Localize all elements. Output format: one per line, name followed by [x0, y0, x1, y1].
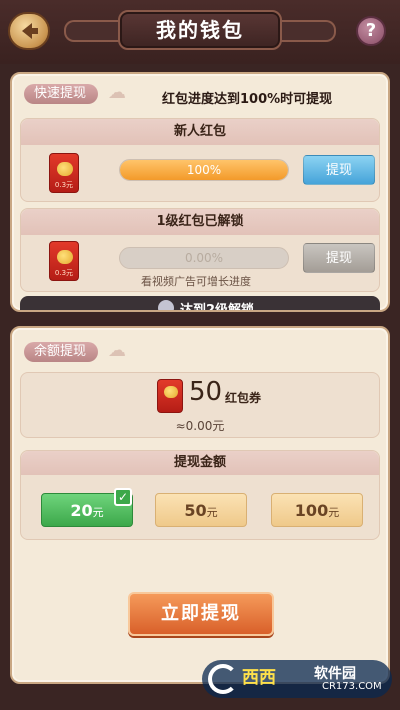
help-button[interactable]: ?: [356, 16, 386, 46]
check-icon: ✓: [114, 488, 132, 506]
redpack-icon: [157, 379, 183, 413]
locked-text: 达到2级解锁: [180, 303, 255, 312]
withdraw-button[interactable]: 提现: [303, 155, 375, 185]
cloud-ornament-icon: ☁: [108, 340, 126, 361]
amount-option-20[interactable]: 20元 ✓: [41, 488, 133, 527]
title-ornament-right: [276, 20, 336, 42]
quick-withdraw-panel: 快速提现 ☁ 红包进度达到100%时可提现 新人红包 0.3元 100% 提现 …: [10, 72, 390, 312]
amount-title: 提现金额: [21, 451, 379, 475]
card-title: 1级红包已解锁: [21, 209, 379, 235]
amount-selector: 提现金额 20元 ✓ 50元 100元: [20, 450, 380, 540]
title-ornament-left: [64, 20, 124, 42]
video-ad-hint: 看视频广告可增长进度: [141, 275, 251, 288]
balance-withdraw-tag: 余额提现: [24, 342, 99, 362]
progress-text: 0.00%: [184, 251, 224, 265]
card-title: 新人红包: [21, 119, 379, 145]
back-button[interactable]: [8, 12, 50, 50]
coupon-unit: 红包券: [225, 391, 262, 405]
top-bar: 我的钱包 ?: [0, 0, 400, 64]
amount-value: 100: [294, 501, 329, 520]
amount-option-100[interactable]: 100元: [271, 493, 363, 527]
amount-unit: 元: [328, 506, 340, 519]
back-arrow-icon: [22, 23, 38, 39]
quick-withdraw-tag: 快速提现: [24, 84, 99, 104]
watermark-name: 软件园: [314, 666, 356, 682]
coupon-balance: 50 红包券 ≈0.00元: [20, 372, 380, 438]
withdraw-button-disabled[interactable]: 提现: [303, 243, 375, 273]
page-title: 我的钱包: [156, 18, 244, 42]
progress-notice: 红包进度达到100%时可提现: [162, 92, 333, 107]
watermark-domain: CR173.COM: [322, 681, 382, 692]
amount-option-50[interactable]: 50元: [155, 493, 247, 527]
amount-unit: 元: [206, 506, 218, 519]
cloud-ornament-icon: ☁: [108, 82, 126, 103]
lock-icon: [158, 300, 174, 310]
redpack-icon: 0.3元: [49, 153, 79, 193]
redpack-amount: 0.3元: [54, 269, 74, 277]
amount-value: 20: [70, 501, 93, 520]
cash-equivalent: ≈0.00元: [175, 419, 225, 433]
redpack-icon: 0.3元: [49, 241, 79, 281]
withdraw-now-button[interactable]: 立即提现: [128, 592, 274, 636]
progress-bar: 100%: [119, 159, 289, 181]
watermark-logo-icon: [208, 664, 238, 694]
watermark-brand: 西西: [242, 668, 276, 688]
coupon-amount: 50: [189, 377, 223, 407]
locked-level-bar: 达到2级解锁: [20, 296, 380, 312]
amount-value: 50: [184, 501, 207, 520]
progress-bar: 0.00%: [119, 247, 289, 269]
level1-redpack-card: 1级红包已解锁 0.3元 0.00% 提现 看视频广告可增长进度: [20, 208, 380, 292]
site-watermark: 西西 软件园 CR173.COM: [202, 660, 392, 698]
newbie-redpack-card: 新人红包 0.3元 100% 提现: [20, 118, 380, 202]
amount-unit: 元: [92, 506, 104, 519]
progress-text: 100%: [186, 163, 222, 177]
balance-withdraw-panel: 余额提现 ☁ 50 红包券 ≈0.00元 提现金额 20元 ✓ 50元 100元…: [10, 326, 390, 684]
redpack-amount: 0.3元: [54, 181, 74, 189]
